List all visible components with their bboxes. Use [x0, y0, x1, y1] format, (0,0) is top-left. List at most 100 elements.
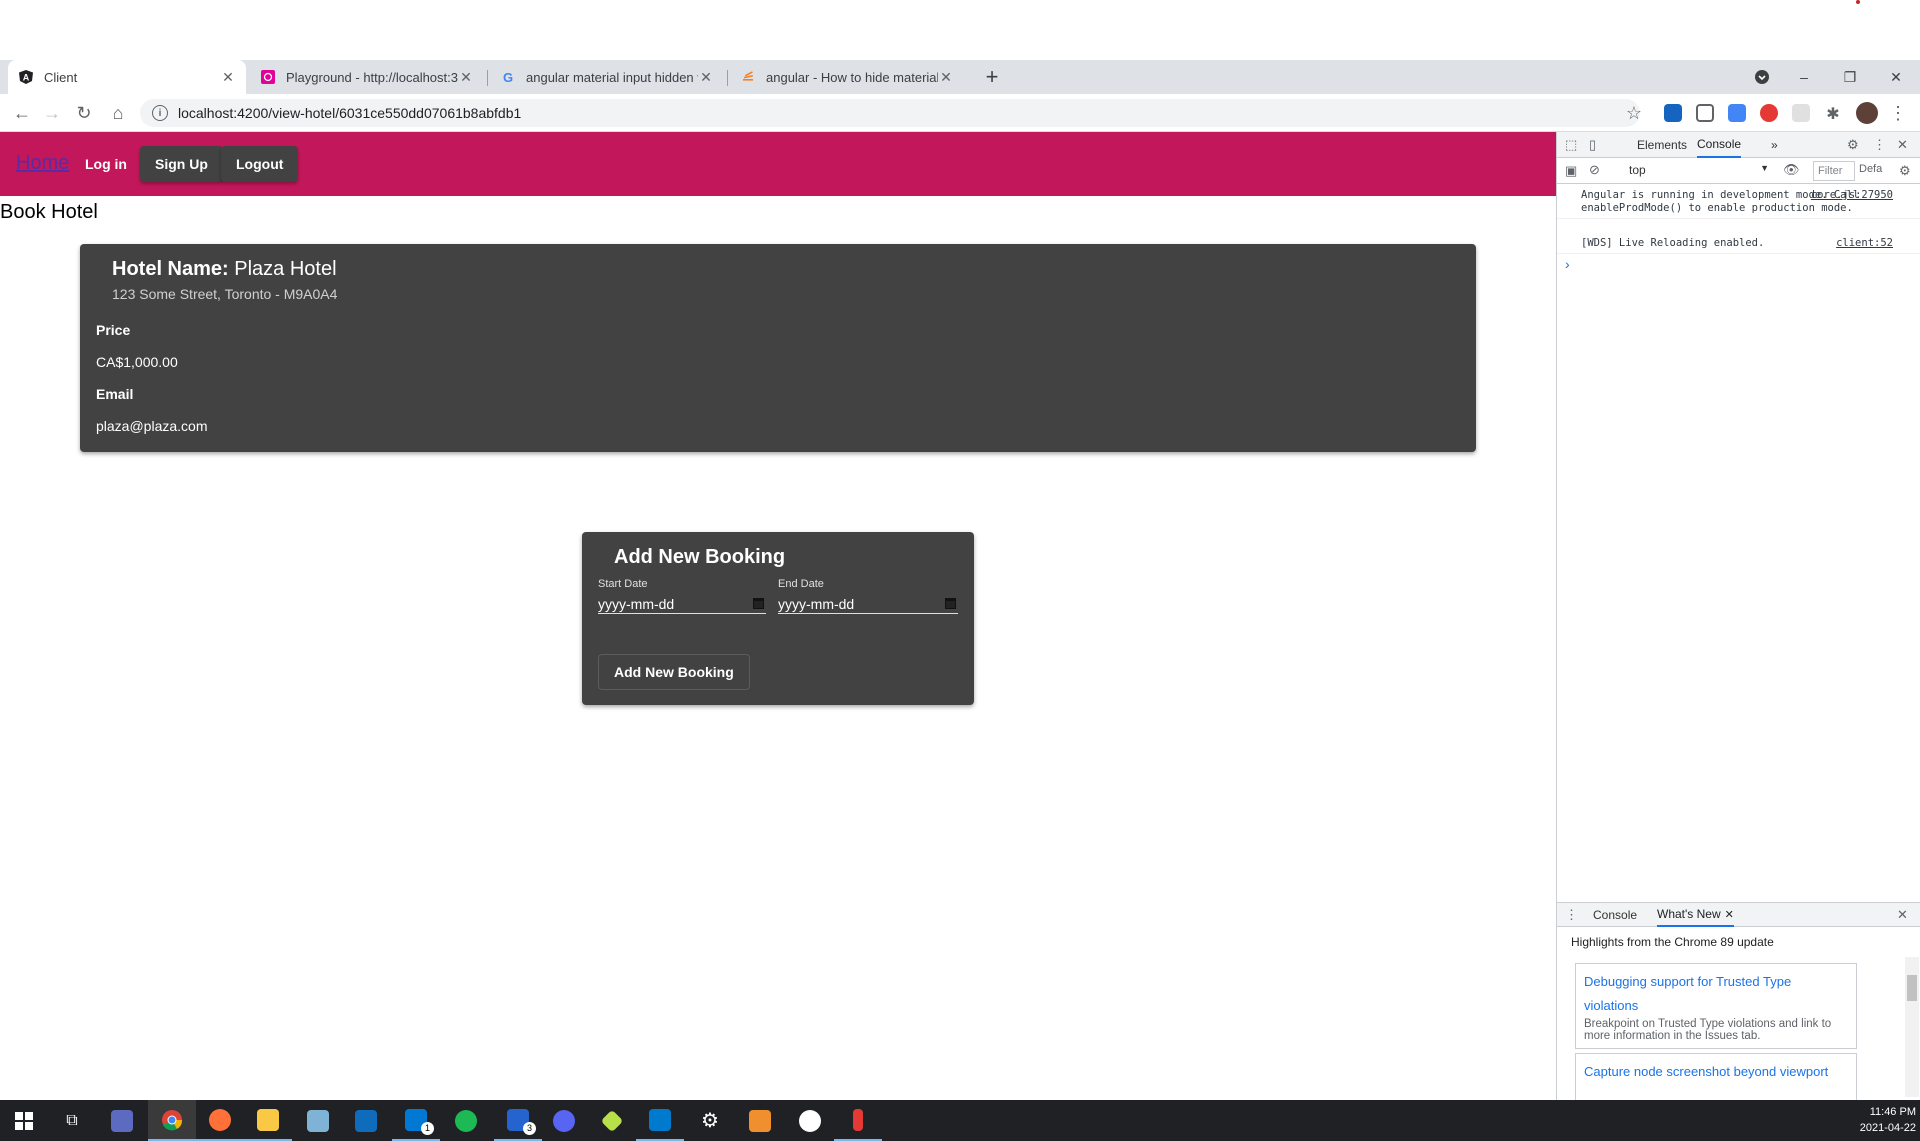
taskbar-clock[interactable]: 11:46 PM 2021-04-22 — [1840, 1104, 1916, 1136]
login-button[interactable]: Log in — [70, 146, 142, 182]
home-icon[interactable]: ⌂ — [104, 94, 132, 132]
site-info-icon[interactable]: i — [152, 105, 168, 121]
whats-new-subtitle: Highlights from the Chrome 89 update — [1571, 935, 1774, 949]
console-filter-input[interactable]: Filter — [1813, 161, 1855, 181]
close-tab-icon[interactable]: ✕ — [458, 69, 474, 86]
address-bar[interactable]: i localhost:4200/view-hotel/6031ce550dd0… — [140, 99, 1640, 127]
add-booking-button[interactable]: Add New Booking — [598, 654, 750, 690]
console-prompt[interactable]: › — [1565, 256, 1570, 272]
tab-console[interactable]: Console — [1697, 132, 1742, 158]
close-tab-icon[interactable]: ✕ — [698, 69, 714, 86]
tab-separator — [727, 70, 728, 86]
devtools-menu-icon[interactable]: ⋮ — [1873, 137, 1886, 153]
minimize-button[interactable]: – — [1782, 60, 1826, 94]
bookmark-star-icon[interactable]: ☆ — [1620, 94, 1648, 132]
translate-icon[interactable] — [1728, 104, 1746, 122]
task-view-icon[interactable]: ⧉ — [48, 1100, 96, 1141]
settings-gear-icon[interactable]: ⚙ — [1847, 137, 1859, 153]
tab-stackoverflow[interactable]: angular - How to hide material in ✕ — [730, 60, 964, 94]
drawer-tab-console[interactable]: Console — [1593, 903, 1637, 927]
close-tab-icon[interactable]: ✕ — [1725, 908, 1734, 921]
vscode-icon[interactable] — [636, 1100, 684, 1141]
settings-gear-icon[interactable]: ⚙ — [686, 1100, 734, 1141]
tab-playground[interactable]: Playground - http://localhost:300 ✕ — [250, 60, 484, 94]
log-levels-select[interactable]: Defa — [1859, 163, 1882, 175]
graphql-favicon-icon — [260, 69, 276, 85]
windows-start-icon[interactable] — [0, 1100, 48, 1141]
mail-badge: 1 — [421, 1122, 434, 1135]
tab-search-icon[interactable] — [1740, 60, 1784, 94]
reload-icon[interactable]: ↻ — [70, 94, 98, 132]
clear-console-icon[interactable]: ⊘ — [1589, 162, 1600, 178]
outlook-icon[interactable] — [342, 1100, 390, 1141]
more-tabs-button[interactable]: » — [1771, 132, 1778, 158]
close-tab-icon[interactable]: ✕ — [220, 69, 236, 86]
live-expression-eye-icon[interactable]: 👁 — [1783, 162, 1800, 178]
tab-google-search[interactable]: G angular material input hidden val ✕ — [490, 60, 724, 94]
app-red-icon[interactable] — [834, 1100, 882, 1141]
notepad-icon[interactable] — [294, 1100, 342, 1141]
sidebar-toggle-icon[interactable]: ▣ — [1565, 163, 1577, 179]
logout-button[interactable]: Logout — [221, 146, 299, 182]
end-date-label: End Date — [778, 578, 824, 590]
devtools-tabbar: ⬚ ▯ Elements Console » ⚙ ⋮ ✕ — [1557, 132, 1920, 158]
git-kraken-icon[interactable] — [588, 1100, 636, 1141]
start-date-input[interactable]: yyyy-mm-dd — [598, 594, 766, 614]
clock-date: 2021-04-22 — [1859, 1122, 1916, 1134]
drawer-tab-whats-new[interactable]: What's New ✕ — [1657, 903, 1734, 927]
tab-title: Playground - http://localhost:300 — [286, 69, 458, 85]
chrome-menu-icon[interactable]: ⋮ — [1884, 94, 1912, 132]
context-select[interactable]: top ▼ — [1629, 163, 1769, 177]
start-date-field[interactable]: Start Date yyyy-mm-dd — [598, 578, 766, 614]
back-arrow-icon[interactable]: ← — [8, 94, 36, 132]
restore-button[interactable]: ❐ — [1828, 60, 1872, 94]
extension-red-icon[interactable] — [1760, 104, 1778, 122]
calculator-icon[interactable] — [98, 1100, 146, 1141]
tab-client[interactable]: A Client ✕ — [8, 60, 246, 94]
window-top-strip — [0, 0, 1920, 60]
tab-separator — [487, 70, 488, 86]
end-date-placeholder: yyyy-mm-dd — [778, 595, 855, 612]
drawer-menu-icon[interactable]: ⋮ — [1565, 907, 1578, 923]
profile-avatar[interactable] — [1856, 102, 1878, 124]
close-drawer-icon[interactable]: ✕ — [1897, 907, 1908, 923]
discord-icon[interactable] — [540, 1100, 588, 1141]
close-tab-icon[interactable]: ✕ — [938, 69, 954, 86]
spotify-icon[interactable] — [442, 1100, 490, 1141]
signup-button[interactable]: Sign Up — [140, 146, 223, 182]
chrome-icon[interactable] — [148, 1100, 196, 1141]
extension-1-icon[interactable] — [1664, 104, 1682, 122]
close-window-button[interactable]: ✕ — [1874, 60, 1918, 94]
mongodb-icon[interactable] — [786, 1100, 834, 1141]
end-date-field[interactable]: End Date yyyy-mm-dd — [778, 578, 958, 614]
home-link[interactable]: Home — [16, 152, 69, 175]
pocket-icon[interactable] — [1696, 104, 1714, 122]
console-settings-icon[interactable]: ⚙ — [1899, 163, 1911, 179]
todo-icon[interactable]: 3 — [494, 1100, 542, 1141]
extension-grey-icon[interactable] — [1792, 104, 1810, 122]
close-devtools-icon[interactable]: ✕ — [1897, 137, 1908, 153]
end-date-input[interactable]: yyyy-mm-dd — [778, 594, 958, 614]
postman-icon[interactable] — [736, 1100, 784, 1141]
hotel-card: Hotel Name: Plaza Hotel 123 Some Street,… — [80, 244, 1476, 452]
whats-new-card-title[interactable]: Capture node screenshot beyond viewport — [1584, 1060, 1848, 1084]
mail-icon[interactable]: 1 — [392, 1100, 440, 1141]
email-value: plaza@plaza.com — [96, 418, 208, 434]
calendar-icon[interactable] — [753, 598, 764, 609]
device-toolbar-icon[interactable]: ▯ — [1589, 137, 1596, 153]
whats-new-card[interactable]: Debugging support for Trusted Type viola… — [1575, 963, 1857, 1049]
console-message-source[interactable]: core.js:27950 — [1811, 189, 1893, 202]
calendar-icon[interactable] — [945, 598, 956, 609]
file-explorer-icon[interactable] — [244, 1100, 292, 1141]
drawer-scrollbar-thumb[interactable] — [1907, 975, 1917, 1001]
tab-elements[interactable]: Elements — [1637, 132, 1687, 158]
firefox-icon[interactable] — [196, 1100, 244, 1141]
new-tab-button[interactable]: + — [978, 60, 1006, 94]
whats-new-card-title[interactable]: Debugging support for Trusted Type viola… — [1584, 970, 1848, 1018]
forward-arrow-icon[interactable]: → — [38, 94, 66, 132]
console-message-source[interactable]: client:52 — [1836, 237, 1893, 250]
hotel-name: Hotel Name: Plaza Hotel — [112, 258, 337, 281]
drawer-tabbar: ⋮ Console What's New ✕ ✕ — [1557, 903, 1920, 927]
extensions-puzzle-icon[interactable]: ✱ — [1824, 104, 1842, 123]
inspect-element-icon[interactable]: ⬚ — [1565, 137, 1577, 153]
